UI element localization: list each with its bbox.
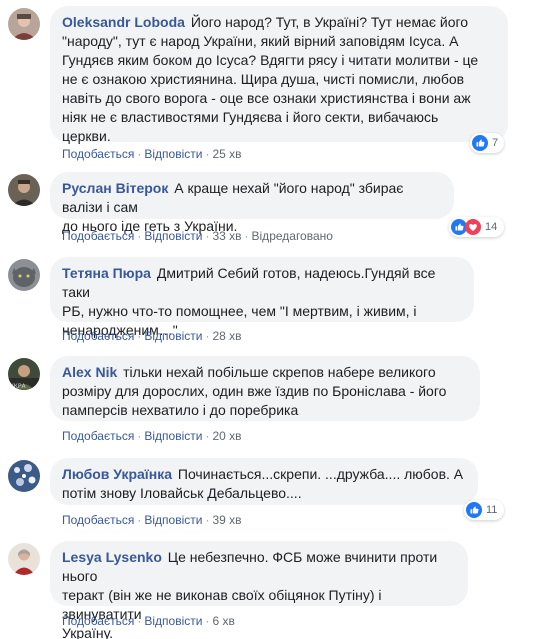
comment-text: "народу", тут є народ України, який вірн… — [62, 33, 459, 49]
reply-button[interactable]: Відповісти — [144, 229, 202, 243]
avatar[interactable] — [8, 174, 40, 206]
comment-timestamp[interactable]: 6 хв — [212, 614, 234, 628]
like-button[interactable]: Подобається — [62, 614, 134, 628]
comment-actions: Подобається · Відповісти · 39 хв — [62, 513, 242, 527]
comment-timestamp[interactable]: 28 хв — [212, 329, 241, 343]
comment-text: тільки нехай побільше скрепов набере вел… — [123, 364, 436, 380]
comment-author[interactable]: Alex Nik — [62, 364, 117, 380]
comment-actions: Подобається · Відповісти · 25 хв — [62, 147, 242, 161]
comment-actions: Подобається · Відповісти · 6 хв — [62, 614, 235, 628]
comment-bubble: Oleksandr Loboda Його народ? Тут, в Укра… — [50, 6, 508, 144]
comment-text: Гундяєв яким боком до Ісуса? Вдягти рясу… — [62, 52, 479, 68]
comment-actions: Подобається · Відповісти · 28 хв — [62, 329, 242, 343]
like-button[interactable]: Подобається — [62, 329, 134, 343]
like-button[interactable]: Подобається — [62, 229, 134, 243]
reply-button[interactable]: Відповісти — [144, 513, 202, 527]
comment-actions: Подобається · Відповісти · 20 хв — [62, 429, 242, 443]
comment-text: церкви. — [62, 128, 111, 144]
reply-button[interactable]: Відповісти — [144, 429, 202, 443]
comment-text: памперсів нехватило і до поребрика — [62, 402, 299, 418]
reaction-summary[interactable]: 11 — [464, 500, 504, 520]
comment-text: розміру для дорослих, один вже їздив по … — [62, 383, 447, 399]
reply-button[interactable]: Відповісти — [144, 147, 202, 161]
avatar[interactable] — [8, 8, 40, 40]
comment-author[interactable]: Руслан Вітерок — [62, 180, 168, 196]
like-button[interactable]: Подобається — [62, 513, 134, 527]
comment-text: РБ, нужно что-то помощнее, чем "І мертви… — [62, 303, 417, 319]
comment-timestamp[interactable]: 25 хв — [212, 147, 241, 161]
reply-button[interactable]: Відповісти — [144, 329, 202, 343]
avatar[interactable] — [8, 543, 40, 575]
like-button[interactable]: Подобається — [62, 147, 134, 161]
like-button[interactable]: Подобається — [62, 429, 134, 443]
comment-text: навіть до свого ворога - оце все ознаки … — [62, 90, 471, 106]
avatar[interactable]: УКРА — [8, 358, 40, 390]
reaction-count: 11 — [486, 504, 498, 516]
comment-bubble: Lesya Lysenko Це небезпечно. ФСБ може вч… — [50, 541, 468, 639]
comment-bubble: Руслан Вітерок А краще нехай "його народ… — [50, 172, 454, 234]
comment-text: не є ознакою християнина. Щира душа, чис… — [62, 71, 465, 87]
reaction-summary[interactable]: 14 — [449, 217, 504, 237]
comment-author[interactable]: Lesya Lysenko — [62, 549, 162, 565]
comment-author[interactable]: Тетяна Пюра — [62, 265, 151, 281]
comment-bubble: Любов Українка Починається...скрепи. ...… — [50, 458, 478, 505]
comment-timestamp[interactable]: 20 хв — [212, 429, 241, 443]
svg-text:УКРА: УКРА — [10, 383, 27, 390]
comment-text: Починається...скрепи. ...дружба.... любо… — [177, 466, 464, 482]
reaction-summary[interactable]: 7 — [470, 133, 504, 153]
comment-bubble: Alex Nik тільки нехай побільше скрепов н… — [50, 356, 480, 421]
reply-button[interactable]: Відповісти — [144, 614, 202, 628]
edited-label[interactable]: Відредаговано — [252, 229, 333, 243]
comment-author[interactable]: Oleksandr Loboda — [62, 14, 185, 30]
comment-timestamp[interactable]: 39 хв — [212, 513, 241, 527]
avatar[interactable] — [8, 259, 40, 291]
comment-timestamp[interactable]: 33 хв — [212, 229, 241, 243]
reaction-count: 14 — [485, 221, 498, 233]
like-icon — [466, 502, 482, 518]
like-icon — [472, 135, 488, 151]
comment-text: Його народ? Тут, в Україні? Тут немає йо… — [190, 14, 469, 30]
comment-text: потім знову Іловайськ Дебальцево.... — [62, 485, 302, 501]
reaction-count: 7 — [492, 137, 499, 149]
comment-actions: Подобається · Відповісти · 33 хв · Відредагова… — [62, 229, 333, 243]
comment-text: ніяк не є властивостями Гундяєва і його … — [62, 109, 439, 125]
avatar[interactable] — [8, 460, 40, 492]
love-icon — [465, 219, 481, 235]
comment-author[interactable]: Любов Українка — [62, 466, 172, 482]
comment-bubble: Тетяна Пюра Дмитрий Себий готов, надеюсь… — [50, 257, 474, 338]
